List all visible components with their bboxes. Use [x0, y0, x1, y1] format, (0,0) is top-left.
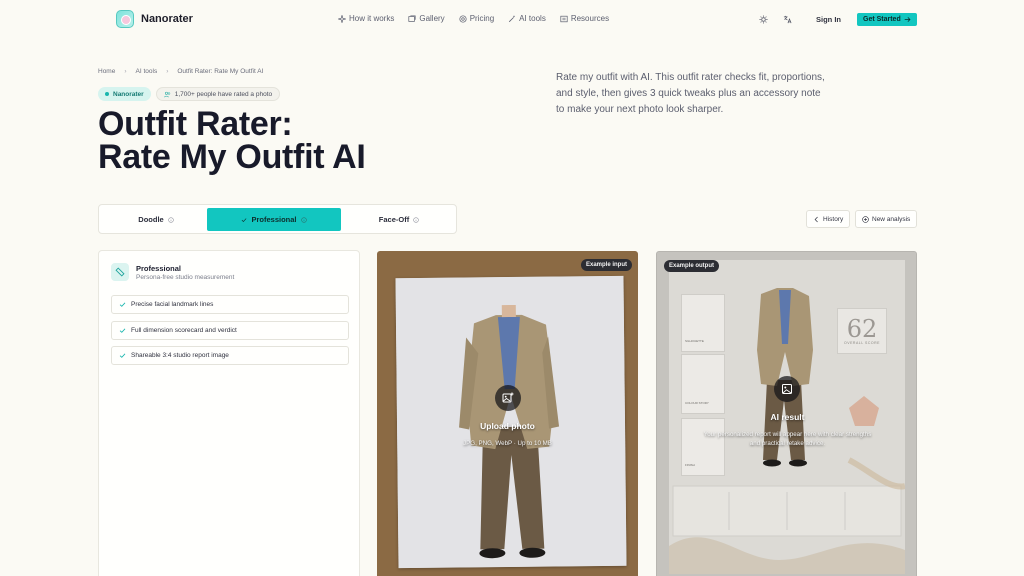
brand-link[interactable]: Nanorater — [116, 10, 193, 28]
sign-in-link[interactable]: Sign In — [816, 15, 841, 24]
tab-professional[interactable]: Professional — [207, 208, 341, 231]
overall-score-box: 62 OVERALL SCORE — [837, 308, 887, 354]
nav-resources[interactable]: Resources — [560, 14, 609, 23]
image-icon — [774, 376, 800, 402]
feature-item: Full dimension scorecard and verdict — [111, 321, 349, 340]
language-button[interactable] — [780, 12, 794, 26]
nav-gallery[interactable]: Gallery — [408, 14, 445, 23]
tab-label: Doodle — [138, 215, 164, 224]
new-analysis-button[interactable]: New analysis — [855, 210, 918, 228]
upload-photo-formats: JPG, PNG, WebP · Up to 10 MB — [463, 440, 552, 447]
history-button[interactable]: History — [806, 210, 851, 228]
mini-photo-colour: COLOUR STORY — [681, 354, 725, 414]
history-label: History — [823, 215, 844, 223]
panel-header: Professional Persona-free studio measure… — [111, 263, 234, 281]
check-icon — [119, 328, 126, 333]
ai-result-description: Your personalized report will appear her… — [703, 431, 872, 447]
sparkle-icon — [338, 14, 346, 23]
image-plus-icon — [495, 385, 521, 411]
hero-description: Rate my outfit with AI. This outfit rate… — [556, 72, 825, 115]
book-icon — [560, 15, 568, 22]
plus-circle-icon — [862, 215, 869, 223]
info-icon — [168, 216, 174, 223]
wand-icon — [509, 15, 515, 22]
tab-label: Face-Off — [378, 215, 410, 224]
new-analysis-label: New analysis — [872, 215, 911, 223]
mode-details-panel: Professional Persona-free studio measure… — [98, 250, 360, 576]
example-input-badge: Example input — [580, 259, 632, 271]
overall-score-label: OVERALL SCORE — [844, 341, 880, 345]
nav-label: Pricing — [469, 14, 495, 23]
nav-label: Resources — [570, 14, 610, 23]
nav-label: Gallery — [419, 14, 445, 23]
ai-result-preview: SILHOUETTE COLOUR STORY FINISH 62 OVERAL… — [656, 251, 917, 576]
page-title-line-2: Rate My Outfit AI — [98, 138, 366, 176]
nav-actions: Sign In Get Started — [756, 12, 917, 26]
tab-label: Professional — [251, 215, 297, 224]
panel-subtitle: Persona-free studio measurement — [136, 273, 235, 281]
arrow-right-icon — [904, 16, 911, 22]
upload-photo-title: Upload photo — [480, 421, 535, 431]
nav-label: How it works — [349, 14, 395, 23]
nav-label: AI tools — [519, 14, 546, 23]
example-output-badge: Example output — [664, 260, 720, 272]
coin-icon — [459, 14, 467, 23]
info-icon — [413, 216, 419, 223]
sun-icon — [758, 14, 768, 24]
chevron-right-icon: › — [124, 68, 127, 75]
nanorater-logo-icon — [116, 10, 134, 28]
translate-icon — [783, 15, 791, 23]
main-menu: How it works Gallery Pricing AI tools Re… — [338, 14, 609, 23]
mini-photo-silhouette: SILHOUETTE — [681, 294, 725, 352]
theme-toggle-button[interactable] — [756, 12, 770, 26]
gallery-icon — [408, 14, 416, 22]
mode-tabs: Doodle Professional Face-Off — [98, 204, 457, 234]
hero-chips: Nanorater 1,700+ people have rated a pho… — [98, 87, 281, 101]
breadcrumb-ai-tools[interactable]: AI tools — [136, 68, 158, 75]
info-icon — [300, 216, 307, 223]
user-count-chip: 1,700+ people have rated a photo — [155, 87, 281, 101]
breadcrumb-home[interactable]: Home — [98, 68, 115, 75]
users-icon — [163, 91, 170, 97]
tab-doodle[interactable]: Doodle — [107, 208, 205, 231]
feature-item: Shareable 3:4 studio report image — [111, 346, 349, 365]
nav-how-it-works[interactable]: How it works — [338, 14, 394, 23]
tab-face-off[interactable]: Face-Off — [347, 208, 451, 231]
nav-pricing[interactable]: Pricing — [459, 14, 494, 23]
user-count-label: 1,700+ people have rated a photo — [174, 90, 273, 98]
page-title: Outfit Rater: Rate My Outfit AI — [98, 105, 366, 176]
get-started-button[interactable]: Get Started — [857, 12, 917, 26]
brand-name: Nanorater — [141, 13, 193, 25]
upload-photo-dropzone[interactable]: Example input Upload photo JPG, PNG, Web… — [377, 251, 638, 576]
feature-label: Shareable 3:4 studio report image — [131, 352, 229, 359]
overall-score-value: 62 — [846, 315, 878, 343]
dot-icon — [105, 92, 109, 96]
check-icon — [119, 353, 126, 358]
brand-chip-label: Nanorater — [113, 90, 144, 98]
feature-item: Precise facial landmark lines — [111, 295, 349, 314]
ai-result-title: AI result — [770, 412, 805, 422]
chevron-right-icon: › — [166, 68, 169, 75]
page-title-line-1: Outfit Rater: — [98, 105, 293, 143]
brand-chip: Nanorater — [98, 87, 151, 101]
ruler-icon — [111, 263, 129, 281]
panel-title: Professional — [136, 263, 182, 273]
nav-ai-tools[interactable]: AI tools — [508, 14, 546, 23]
chevron-left-icon — [814, 216, 818, 222]
breadcrumb-current: Outfit Rater: Rate My Outfit AI — [177, 68, 264, 75]
check-icon — [242, 217, 247, 222]
breadcrumb: Home › AI tools › Outfit Rater: Rate My … — [98, 68, 263, 75]
get-started-label: Get Started — [863, 15, 901, 23]
top-nav: Nanorater How it works Gallery Pricing A… — [0, 0, 1024, 38]
check-icon — [119, 302, 126, 307]
feature-label: Full dimension scorecard and verdict — [131, 327, 237, 334]
feature-label: Precise facial landmark lines — [131, 301, 214, 308]
